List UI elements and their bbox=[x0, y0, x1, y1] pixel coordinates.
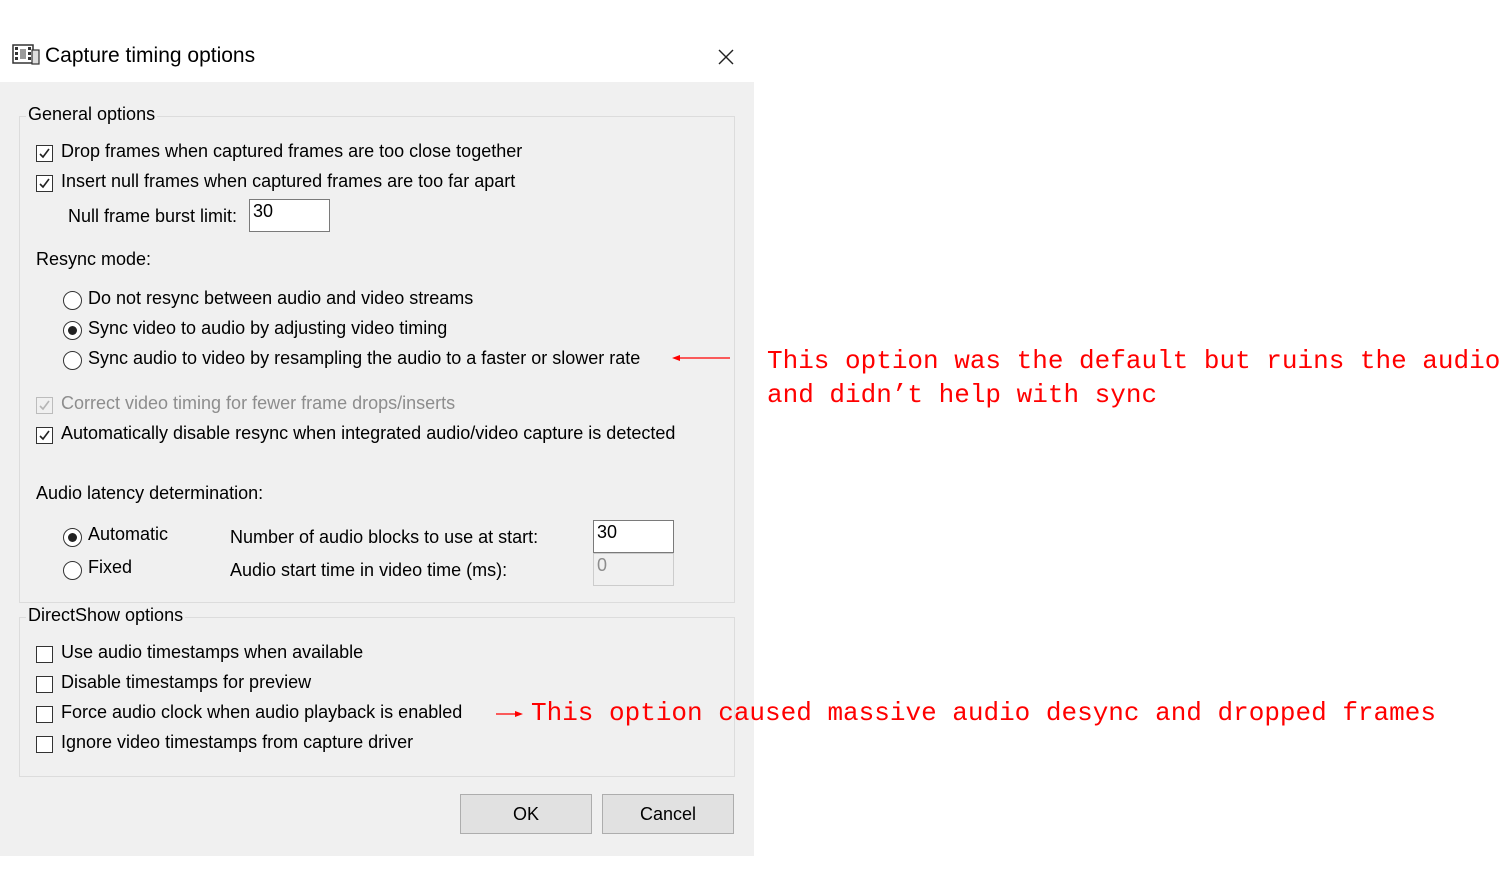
null-burst-label: Null frame burst limit: bbox=[68, 206, 238, 226]
force-audio-clock-label: Force audio clock when audio playback is… bbox=[61, 702, 463, 722]
use-audio-timestamps-checkbox[interactable] bbox=[36, 646, 53, 663]
drop-frames-checkbox[interactable] bbox=[36, 145, 53, 162]
checkmark-icon bbox=[39, 178, 50, 189]
correct-timing-checkbox[interactable] bbox=[36, 397, 53, 414]
annotation-arrow-icon bbox=[496, 711, 523, 717]
general-options-title: General options bbox=[26, 104, 158, 125]
checkmark-icon bbox=[39, 148, 50, 159]
checkmark-icon bbox=[39, 400, 50, 411]
resync-option-video-label: Sync video to audio by adjusting video t… bbox=[88, 318, 448, 338]
drop-frames-label: Drop frames when captured frames are too… bbox=[61, 141, 523, 161]
resync-option-none-radio[interactable] bbox=[63, 291, 82, 310]
audio-blocks-label: Number of audio blocks to use at start: bbox=[230, 527, 539, 547]
checkmark-icon bbox=[39, 430, 50, 441]
close-button[interactable] bbox=[708, 40, 744, 74]
latency-automatic-radio[interactable] bbox=[63, 528, 82, 547]
audio-start-time-input[interactable]: 0 bbox=[593, 553, 674, 586]
audio-blocks-input[interactable]: 30 bbox=[593, 520, 674, 553]
radio-dot bbox=[68, 533, 77, 542]
latency-fixed-radio[interactable] bbox=[63, 561, 82, 580]
cancel-button[interactable]: Cancel bbox=[602, 794, 734, 834]
latency-automatic-label: Automatic bbox=[88, 524, 169, 544]
close-icon bbox=[718, 49, 734, 65]
annotation-arrow-icon bbox=[672, 355, 730, 361]
resync-option-video-radio[interactable] bbox=[63, 321, 82, 340]
insert-null-frames-checkbox[interactable] bbox=[36, 175, 53, 192]
radio-dot bbox=[68, 326, 77, 335]
null-burst-input[interactable]: 30 bbox=[249, 199, 330, 232]
latency-fixed-label: Fixed bbox=[88, 557, 133, 577]
ok-button[interactable]: OK bbox=[460, 794, 592, 834]
directshow-options-group bbox=[19, 617, 735, 777]
auto-disable-resync-label: Automatically disable resync when integr… bbox=[61, 423, 676, 443]
disable-preview-timestamps-label: Disable timestamps for preview bbox=[61, 672, 312, 692]
audio-start-time-label: Audio start time in video time (ms): bbox=[230, 560, 508, 580]
auto-disable-resync-checkbox[interactable] bbox=[36, 427, 53, 444]
ignore-video-timestamps-checkbox[interactable] bbox=[36, 736, 53, 753]
ignore-video-timestamps-label: Ignore video timestamps from capture dri… bbox=[61, 732, 414, 752]
audio-latency-label: Audio latency determination: bbox=[36, 483, 264, 503]
force-audio-clock-checkbox[interactable] bbox=[36, 706, 53, 723]
insert-null-frames-label: Insert null frames when captured frames … bbox=[61, 171, 516, 191]
use-audio-timestamps-label: Use audio timestamps when available bbox=[61, 642, 364, 662]
resync-option-audio-radio[interactable] bbox=[63, 351, 82, 370]
annotation-resample-line1: This option was the default but ruins th… bbox=[767, 346, 1501, 376]
resync-option-none-label: Do not resync between audio and video st… bbox=[88, 288, 474, 308]
resync-mode-label: Resync mode: bbox=[36, 249, 152, 269]
resync-option-audio-label: Sync audio to video by resampling the au… bbox=[88, 348, 641, 368]
disable-preview-timestamps-checkbox[interactable] bbox=[36, 676, 53, 693]
window-title: Capture timing options bbox=[45, 44, 256, 67]
correct-timing-label: Correct video timing for fewer frame dro… bbox=[61, 393, 456, 413]
annotation-force-clock: This option caused massive audio desync … bbox=[531, 698, 1436, 728]
directshow-options-title: DirectShow options bbox=[26, 605, 186, 626]
annotation-resample-line2: and didn’t help with sync bbox=[767, 380, 1158, 410]
film-capture-icon bbox=[12, 42, 40, 68]
